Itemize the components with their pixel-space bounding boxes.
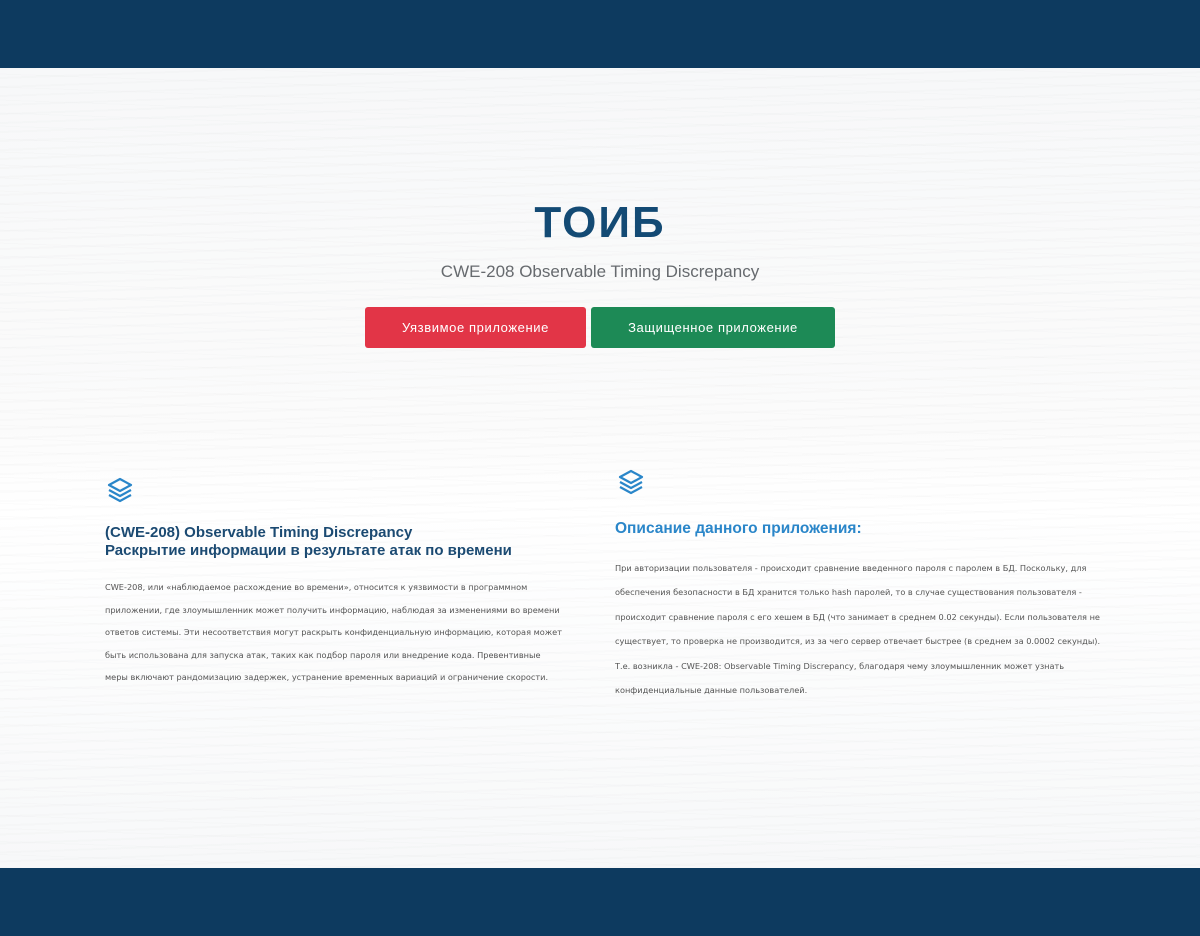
left-title-line-2: Раскрытие информации в результате атак п… bbox=[105, 542, 512, 559]
bottom-bar bbox=[0, 868, 1200, 936]
vulnerable-app-button[interactable]: Уязвимое приложение bbox=[365, 307, 586, 348]
layers-icon bbox=[617, 468, 645, 496]
page-subtitle: CWE-208 Observable Timing Discrepancy bbox=[440, 262, 760, 281]
secure-app-button[interactable]: Защищенное приложение bbox=[591, 307, 835, 348]
top-bar bbox=[0, 0, 1200, 68]
layers-icon bbox=[106, 476, 134, 504]
left-section-title: (CWE-208) Observable Timing Discrepancy … bbox=[105, 524, 585, 560]
page-title: ТОИБ bbox=[534, 198, 666, 247]
right-section-title: Описание данного приложения: bbox=[615, 520, 862, 537]
right-section-text: При авторизации пользователя - происходи… bbox=[615, 563, 1101, 696]
left-section-text: CWE-208, или «наблюдаемое расхождение во… bbox=[105, 582, 562, 682]
main-content: ТОИБ CWE-208 Observable Timing Discrepan… bbox=[0, 68, 1200, 868]
left-title-line-1: (CWE-208) Observable Timing Discrepancy bbox=[105, 524, 413, 541]
